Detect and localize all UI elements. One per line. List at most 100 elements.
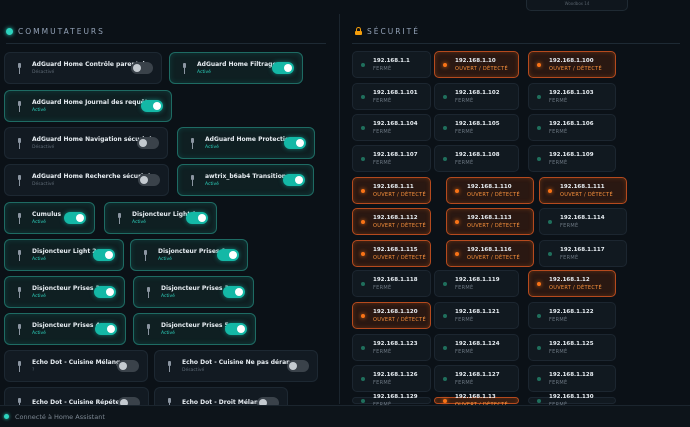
switch-tile[interactable]: AdGuard Home Contrôle parental Désactivé — [4, 52, 162, 84]
switch-tile[interactable]: Disjoncteur Prises 4 Activé — [4, 313, 126, 345]
switch-tile[interactable]: Echo Dot - Cuisine Mélanger? — [4, 350, 148, 382]
switch-toggle[interactable] — [283, 174, 305, 186]
switch-toggle[interactable] — [117, 360, 139, 372]
switch-tile[interactable]: Disjoncteur Prises 2 Activé — [4, 276, 125, 308]
switch-state: Activé — [205, 182, 219, 187]
sensor-status-icon — [443, 94, 447, 99]
security-sensor-card[interactable]: 192.168.1.124 FERMÉ — [434, 334, 519, 361]
security-sensor-card[interactable]: 192.168.1.126 FERMÉ — [352, 365, 431, 392]
plug-icon — [17, 137, 22, 149]
sensor-state: FERMÉ — [455, 97, 474, 104]
security-sensor-card[interactable]: 192.168.1.11 OUVERT / DÉTECTÉ — [352, 177, 431, 204]
switch-toggle[interactable] — [95, 323, 117, 335]
security-sensor-card[interactable]: 192.168.1.105 FERMÉ — [434, 114, 519, 141]
plug-icon — [17, 360, 22, 372]
security-sensor-card[interactable]: 192.168.1.125 FERMÉ — [528, 334, 616, 361]
sensor-ip: 192.168.1.123 — [373, 340, 418, 347]
switch-toggle[interactable] — [141, 100, 163, 112]
security-sensor-card[interactable]: 192.168.1.109 FERMÉ — [528, 145, 616, 172]
security-sensor-card[interactable]: 192.168.1.127 FERMÉ — [434, 365, 519, 392]
switch-toggle[interactable] — [284, 137, 306, 149]
switch-toggle[interactable] — [94, 286, 116, 298]
plug-icon — [146, 323, 151, 335]
switch-toggle[interactable] — [64, 212, 86, 224]
switch-text: Disjoncteur Prises 4 Activé — [32, 322, 100, 336]
switch-name: AdGuard Home Navigation sécurisée — [32, 136, 157, 143]
switch-tile[interactable]: AdGuard Home Recherche sécurisée Désactiv… — [4, 164, 169, 196]
switch-toggle[interactable] — [93, 249, 115, 261]
security-sensor-card[interactable]: 192.168.1.111 OUVERT / DÉTECTÉ — [539, 177, 627, 204]
security-sensor-card[interactable]: 192.168.1.128 FERMÉ — [528, 365, 616, 392]
security-sensor-card[interactable]: 192.168.1.129FERMÉ — [352, 394, 431, 408]
switch-toggle[interactable] — [225, 323, 247, 335]
switch-text: Disjoncteur Prises 5 Activé — [161, 322, 229, 336]
sensor-state: FERMÉ — [455, 379, 474, 386]
sensor-ip: 192.168.1.103 — [549, 89, 594, 96]
sensor-text: 192.168.1.105 FERMÉ — [455, 121, 500, 135]
security-sensor-card[interactable]: 192.168.1.106 FERMÉ — [528, 114, 616, 141]
switch-toggle[interactable] — [131, 62, 153, 74]
switch-tile[interactable]: AdGuard Home Filtrage Activé — [169, 52, 303, 84]
security-sensor-card[interactable]: 192.168.1.101 FERMÉ — [352, 83, 431, 110]
sensor-text: 192.168.1.107 FERMÉ — [373, 152, 418, 166]
security-sensor-card[interactable]: 192.168.1.120 OUVERT / DÉTECTÉ — [352, 302, 431, 329]
sensor-text: 192.168.1.118 FERMÉ — [373, 277, 418, 291]
sensor-status-icon — [443, 125, 447, 130]
top-bar: Woodbox 14 — [0, 0, 690, 14]
plug-icon — [17, 323, 22, 335]
security-sensor-card[interactable]: 192.168.1.123 FERMÉ — [352, 334, 431, 361]
security-sensor-card[interactable]: 192.168.1.130FERMÉ — [528, 394, 616, 408]
sensor-ip: 192.168.1.119 — [455, 276, 500, 283]
switch-toggle[interactable] — [138, 174, 160, 186]
sensor-ip: 192.168.1.107 — [373, 151, 418, 158]
security-sensor-card[interactable]: 192.168.1.116 OUVERT / DÉTECTÉ — [446, 240, 534, 267]
switch-tile[interactable]: Disjoncteur Light 2 Activé — [4, 239, 124, 271]
security-sensor-card[interactable]: 192.168.1.107 FERMÉ — [352, 145, 431, 172]
security-sensor-card[interactable]: 192.168.1.112 OUVERT / DÉTECTÉ — [352, 208, 431, 235]
security-sensor-card[interactable]: 192.168.1.13OUVERT / DÉTECTÉ — [434, 394, 519, 408]
security-sensor-card[interactable]: 192.168.1.115 OUVERT / DÉTECTÉ — [352, 240, 431, 267]
switch-tile[interactable]: Disjoncteur Prises 1 Activé — [130, 239, 248, 271]
switch-toggle[interactable] — [287, 360, 309, 372]
switch-tile[interactable]: Disjoncteur Prises 3 Activé — [133, 276, 254, 308]
security-sensor-card[interactable]: 192.168.1.108 FERMÉ — [434, 145, 519, 172]
sensor-status-icon — [537, 281, 541, 286]
sensor-ip: 192.168.1.106 — [549, 120, 594, 127]
switch-tile[interactable]: Echo Dot - Cuisine Ne pas déranger Désact… — [154, 350, 318, 382]
security-sensor-card[interactable]: 192.168.1.121 FERMÉ — [434, 302, 519, 329]
sensor-ip: 192.168.1.105 — [455, 120, 500, 127]
security-sensor-card[interactable]: 192.168.1.12 OUVERT / DÉTECTÉ — [528, 270, 616, 297]
security-sensor-card[interactable]: 192.168.1.114 FERMÉ — [539, 208, 627, 235]
sensor-ip: 192.168.1.118 — [373, 276, 418, 283]
sensor-text: 192.168.1.125 FERMÉ — [549, 341, 594, 355]
switch-tile[interactable]: Disjoncteur Prises 5 Activé — [133, 313, 256, 345]
switch-tile[interactable]: AdGuard Home Protection Activé — [177, 127, 315, 159]
security-sensor-card[interactable]: 192.168.1.100 OUVERT / DÉTECTÉ — [528, 51, 616, 78]
switch-tile[interactable]: AdGuard Home Journal des requêtes Activé — [4, 90, 172, 122]
security-sensor-card[interactable]: 192.168.1.110 OUVERT / DÉTECTÉ — [446, 177, 534, 204]
security-sensor-card[interactable]: 192.168.1.122 FERMÉ — [528, 302, 616, 329]
security-sensor-card[interactable]: 192.168.1.113 OUVERT / DÉTECTÉ — [446, 208, 534, 235]
switch-toggle[interactable] — [223, 286, 245, 298]
switch-tile[interactable]: Disjoncteur Light 1 Activé — [104, 202, 217, 234]
switch-toggle[interactable] — [137, 137, 159, 149]
security-sensor-card[interactable]: 192.168.1.104 FERMÉ — [352, 114, 431, 141]
security-sensor-card[interactable]: 192.168.1.119 FERMÉ — [434, 270, 519, 297]
switch-tile[interactable]: AdGuard Home Navigation sécurisée Désacti… — [4, 127, 168, 159]
security-sensor-card[interactable]: 192.168.1.103 FERMÉ — [528, 83, 616, 110]
security-sensor-card[interactable]: 192.168.1.1 FERMÉ — [352, 51, 431, 78]
security-sensor-card[interactable]: 192.168.1.102 FERMÉ — [434, 83, 519, 110]
switch-tile[interactable]: awtrix_b6ab4 Transition Activé — [177, 164, 314, 196]
switch-toggle[interactable] — [217, 249, 239, 261]
switch-toggle[interactable] — [272, 62, 294, 74]
switch-name: AdGuard Home Filtrage — [197, 61, 277, 68]
security-sensor-card[interactable]: 192.168.1.10 OUVERT / DÉTECTÉ — [434, 51, 519, 78]
switch-tile[interactable]: Cumulus Activé — [4, 202, 95, 234]
sensor-ip: 192.168.1.122 — [549, 308, 594, 315]
security-section-header: SÉCURITÉ — [355, 22, 680, 40]
security-sensor-card[interactable]: 192.168.1.117 FERMÉ — [539, 240, 627, 267]
sensor-state: OUVERT / DÉTECTÉ — [373, 316, 426, 323]
switch-toggle[interactable] — [186, 212, 208, 224]
sensor-status-icon — [537, 345, 541, 350]
security-sensor-card[interactable]: 192.168.1.118 FERMÉ — [352, 270, 431, 297]
